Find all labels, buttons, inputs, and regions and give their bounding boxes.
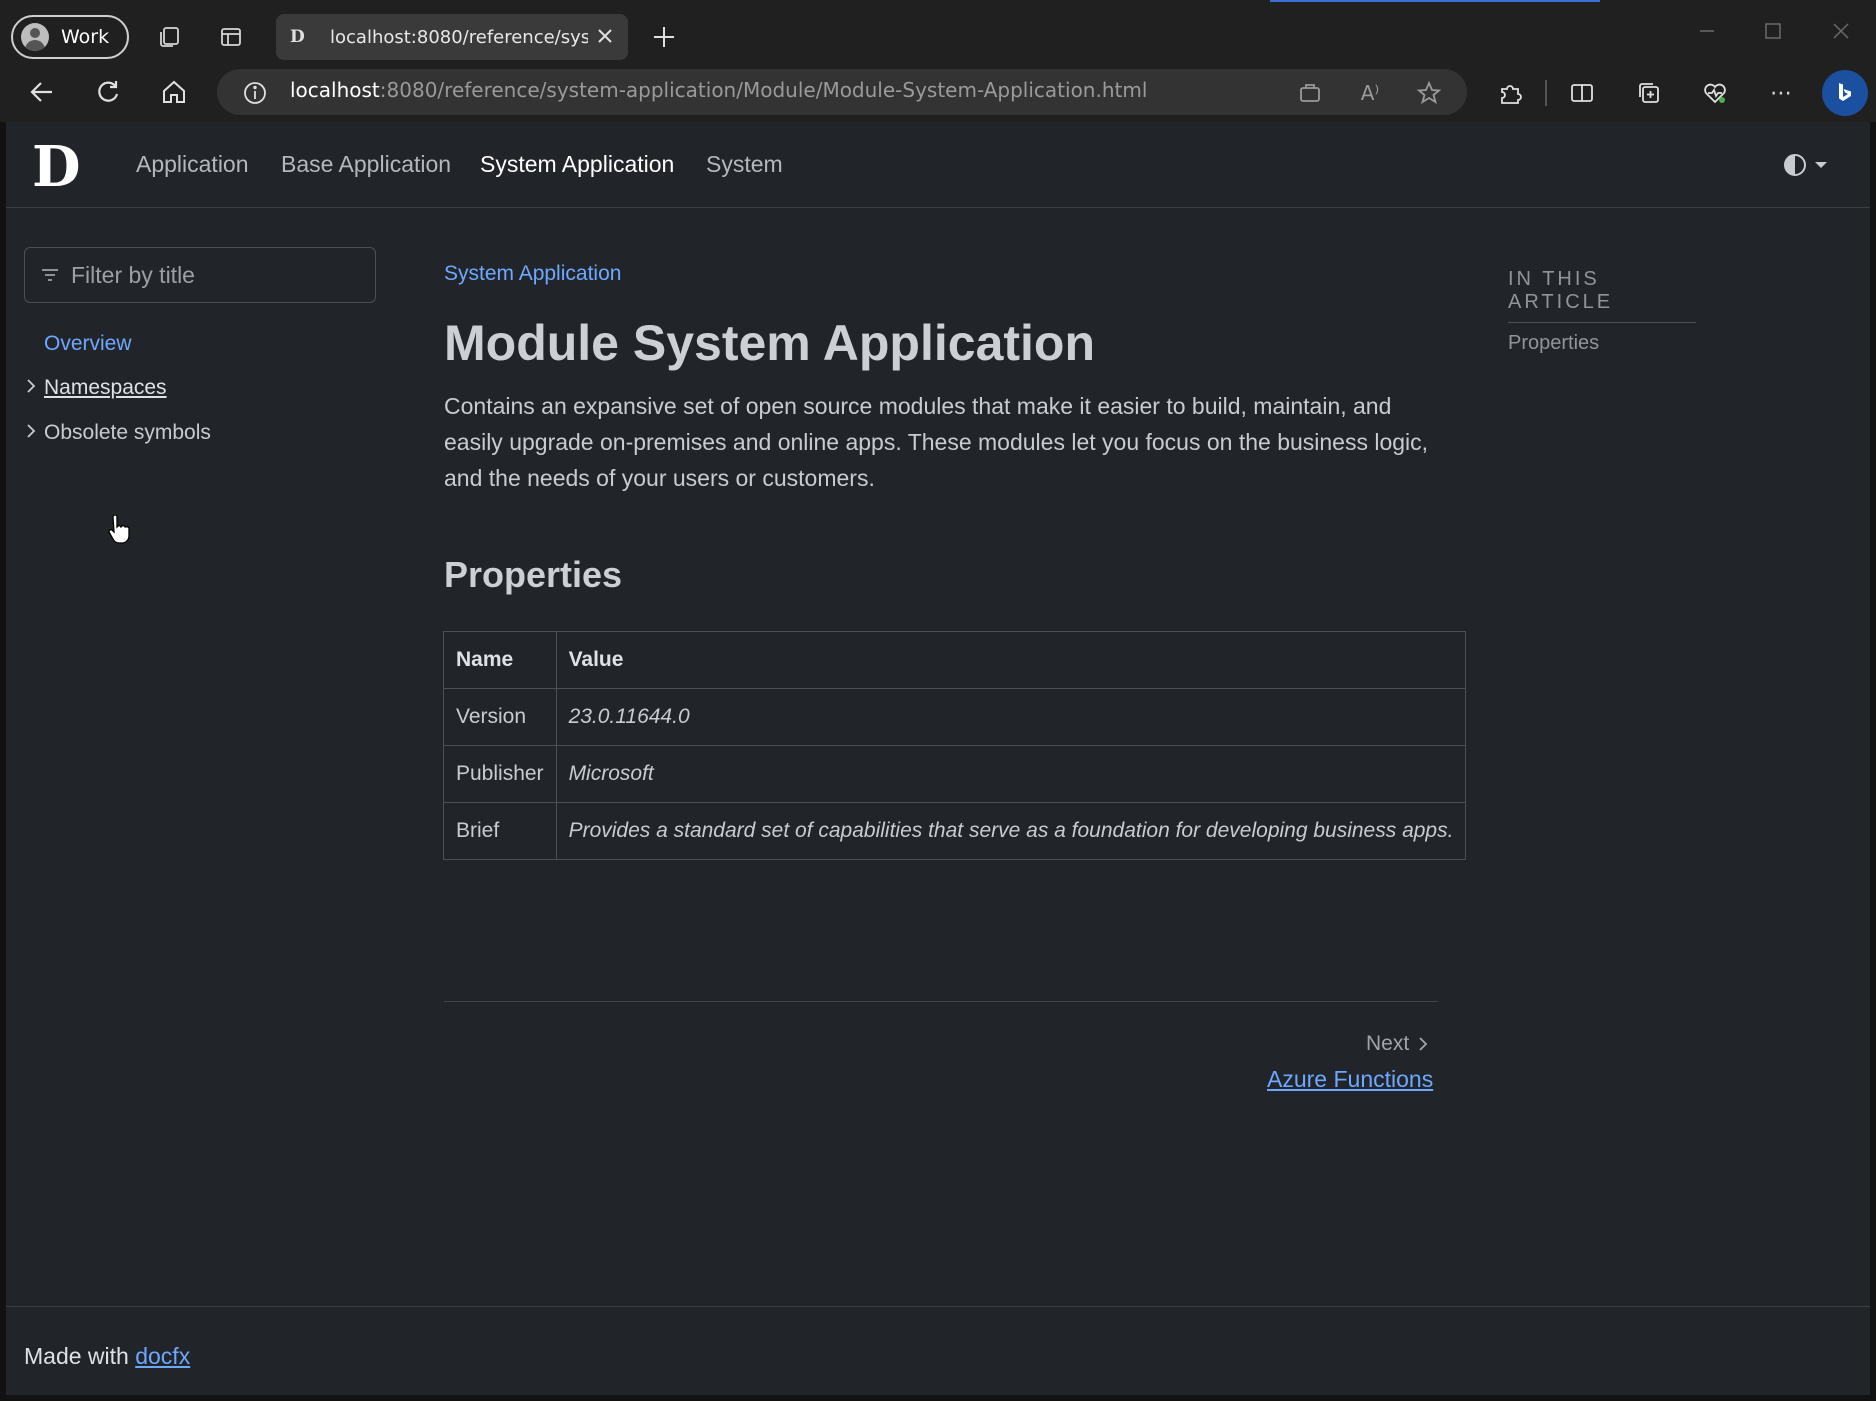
- nav-base-application[interactable]: Base Application: [281, 151, 451, 178]
- chevron-right-icon[interactable]: [24, 377, 38, 395]
- column-header-name: Name: [443, 631, 557, 689]
- hand-cursor-icon: [108, 515, 130, 544]
- tab-favicon: D: [290, 27, 305, 47]
- property-value: Provides a standard set of capabilities …: [555, 802, 1467, 860]
- nav-application[interactable]: Application: [136, 151, 249, 178]
- footer-text: Made with docfx: [24, 1343, 190, 1370]
- read-aloud-icon[interactable]: A⁾: [1355, 78, 1385, 108]
- close-window-icon[interactable]: [1826, 16, 1856, 46]
- docfx-link[interactable]: docfx: [135, 1343, 190, 1369]
- browser-tab-strip: Work D localhost:8080/reference/system: [0, 0, 1876, 68]
- toc-item-namespaces[interactable]: Namespaces: [44, 376, 167, 400]
- filter-box: [24, 247, 376, 303]
- table-header-row: Name Value: [443, 631, 1467, 689]
- split-screen-icon[interactable]: [1567, 78, 1597, 108]
- contrast-icon: [1784, 154, 1806, 176]
- property-name: Brief: [443, 802, 557, 860]
- site-footer: Made with docfx: [6, 1306, 1870, 1395]
- tab-strip-accent: [1270, 0, 1600, 2]
- new-tab-icon[interactable]: [649, 22, 679, 52]
- collections-icon[interactable]: [1634, 78, 1664, 108]
- article-divider: [444, 1001, 1438, 1002]
- next-text: Next: [1366, 1032, 1410, 1055]
- favorite-star-icon[interactable]: [1414, 78, 1444, 108]
- site-logo[interactable]: D: [32, 134, 81, 200]
- more-icon[interactable]: ⋯: [1766, 78, 1796, 108]
- workspaces-icon[interactable]: [154, 22, 184, 52]
- profile-button[interactable]: Work: [11, 15, 129, 59]
- info-icon[interactable]: [240, 78, 270, 108]
- caret-down-icon: [1815, 162, 1827, 168]
- filter-input[interactable]: [71, 261, 361, 289]
- page-title: Module System Application: [444, 315, 1096, 371]
- maximize-icon[interactable]: [1758, 16, 1788, 46]
- affix-item-properties[interactable]: Properties: [1508, 332, 1599, 355]
- module-summary: Contains an expansive set of open source…: [444, 393, 1429, 491]
- breadcrumb[interactable]: System Application: [444, 262, 621, 286]
- tab-title: localhost:8080/reference/system: [330, 26, 588, 48]
- properties-heading: Properties: [444, 554, 623, 595]
- toolbar-divider: [1545, 80, 1547, 106]
- toc-item-overview[interactable]: Overview: [44, 332, 132, 356]
- in-this-article-heading: IN THIS ARTICLE: [1508, 268, 1696, 323]
- table-row: Publisher Microsoft: [443, 745, 1467, 803]
- theme-toggle-button[interactable]: [1782, 152, 1828, 178]
- nav-system[interactable]: System: [706, 151, 783, 178]
- copilot-icon[interactable]: [1822, 70, 1868, 116]
- minimize-icon[interactable]: [1692, 16, 1722, 46]
- chevron-right-icon[interactable]: [24, 422, 38, 440]
- property-name: Publisher: [443, 745, 557, 803]
- property-value: 23.0.11644.0: [555, 688, 1467, 746]
- column-header-value: Value: [555, 631, 1467, 689]
- active-tab[interactable]: D localhost:8080/reference/system: [276, 14, 628, 60]
- url-text[interactable]: localhost:8080/reference/system-applicat…: [290, 78, 1147, 102]
- footer-prefix: Made with: [24, 1343, 136, 1369]
- close-tab-icon[interactable]: [594, 25, 616, 51]
- url-path: :8080/reference/system-application/Modul…: [379, 78, 1148, 102]
- app-available-icon[interactable]: [1295, 78, 1325, 108]
- filter-icon: [42, 269, 58, 281]
- table-row: Version 23.0.11644.0: [443, 688, 1467, 746]
- docs-page: D Application Base Application System Ap…: [6, 122, 1870, 1395]
- url-host: localhost: [290, 78, 380, 102]
- property-value: Microsoft: [555, 745, 1467, 803]
- property-name: Version: [443, 688, 557, 746]
- home-icon[interactable]: [158, 76, 190, 108]
- tab-actions-icon[interactable]: [216, 22, 246, 52]
- profile-label: Work: [61, 26, 110, 48]
- nav-system-application[interactable]: System Application: [480, 151, 674, 178]
- chevron-right-icon: [1419, 1037, 1428, 1051]
- refresh-icon[interactable]: [92, 76, 124, 108]
- properties-table: Name Value Version 23.0.11644.0 Publishe…: [443, 631, 1467, 860]
- toc-item-obsolete-symbols[interactable]: Obsolete symbols: [44, 421, 211, 445]
- site-navbar: D Application Base Application System Ap…: [6, 122, 1870, 208]
- extensions-icon[interactable]: [1495, 78, 1525, 108]
- back-icon[interactable]: [26, 76, 58, 108]
- next-label: Next: [1366, 1032, 1429, 1056]
- table-row: Brief Provides a standard set of capabil…: [443, 802, 1467, 860]
- browser-essentials-icon[interactable]: [1700, 78, 1730, 108]
- avatar-icon: [21, 23, 49, 51]
- next-page-link[interactable]: Azure Functions: [1267, 1066, 1433, 1093]
